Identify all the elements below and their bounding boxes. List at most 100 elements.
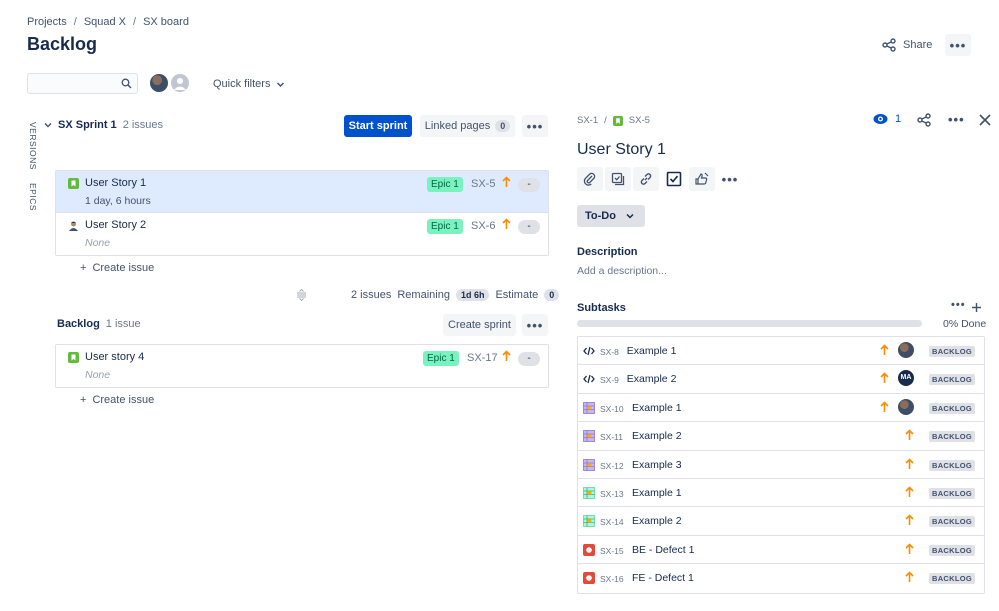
subtask-key[interactable]: SX-8: [600, 347, 619, 357]
status-dropdown[interactable]: To-Do: [577, 205, 645, 227]
add-icon[interactable]: [971, 302, 982, 313]
backlog-more-button[interactable]: •••: [522, 314, 548, 336]
subtask-row[interactable]: SX-15 BE - Defect 1 BACKLOG: [578, 536, 984, 565]
watch-button[interactable]: 1: [873, 113, 901, 125]
estimate-pill[interactable]: -: [518, 178, 540, 192]
subtask-title[interactable]: Example 1: [627, 345, 677, 357]
subtask-row[interactable]: SX-8 Example 1 BACKLOG: [578, 337, 984, 366]
avatar-user-1[interactable]: [148, 72, 170, 94]
assignee-avatar[interactable]: MA: [898, 370, 914, 387]
subtask-title[interactable]: Example 1: [632, 402, 682, 414]
subtask-row[interactable]: SX-11 Example 2 BACKLOG: [578, 422, 984, 451]
sprint-header[interactable]: SX Sprint 1 2 issues: [44, 119, 163, 131]
subtask-key[interactable]: SX-10: [600, 404, 624, 414]
chevron-down-icon[interactable]: [44, 121, 52, 129]
checklist-button[interactable]: [661, 167, 687, 191]
backlog-create-issue-button[interactable]: + Create issue: [80, 394, 154, 406]
user-avatar-icon: [69, 221, 78, 231]
versions-tab[interactable]: VERSIONS: [28, 122, 38, 170]
create-sprint-button[interactable]: Create sprint: [443, 314, 516, 336]
linked-pages-label: Linked pages: [424, 120, 491, 132]
subtask-row[interactable]: SX-16 FE - Defect 1 BACKLOG: [578, 564, 984, 592]
issue-key[interactable]: SX-17: [467, 352, 498, 364]
attach-button[interactable]: [577, 167, 603, 191]
subtask-title[interactable]: Example 2: [627, 373, 677, 385]
subtask-key[interactable]: SX-14: [600, 517, 624, 527]
assignee-avatar[interactable]: [898, 398, 914, 415]
link-issue-button[interactable]: [633, 167, 659, 191]
issue-title-heading[interactable]: User Story 1: [577, 141, 666, 159]
share-button[interactable]: Share: [882, 35, 932, 55]
status-badge[interactable]: BACKLOG: [929, 346, 976, 357]
issue-title[interactable]: User Story 1: [85, 177, 146, 189]
subtask-title[interactable]: Example 2: [632, 430, 682, 442]
subtask-row[interactable]: SX-10 Example 1 BACKLOG: [578, 394, 984, 423]
status-badge[interactable]: BACKLOG: [929, 459, 976, 471]
issue-key[interactable]: SX-6: [471, 220, 495, 232]
subtask-key[interactable]: SX-12: [600, 461, 624, 471]
breadcrumb-projects[interactable]: Projects: [27, 16, 67, 28]
breadcrumb-board[interactable]: SX board: [143, 16, 189, 28]
status-badge[interactable]: BACKLOG: [929, 402, 976, 414]
linked-pages-button[interactable]: Linked pages 0: [420, 115, 515, 137]
chevron-down-icon: [626, 213, 634, 219]
estimate-pill[interactable]: -: [518, 352, 540, 366]
backlog-header[interactable]: Backlog 1 issue: [57, 318, 141, 330]
epic-tag[interactable]: Epic 1: [427, 177, 463, 192]
toolbar-more-button[interactable]: •••: [717, 167, 743, 191]
quick-filters-dropdown[interactable]: Quick filters: [213, 78, 285, 90]
drag-handle-icon[interactable]: [296, 289, 307, 301]
priority-high-icon: [905, 571, 914, 586]
subtask-row[interactable]: SX-13 Example 1 BACKLOG: [578, 479, 984, 508]
subtask-key[interactable]: SX-15: [600, 546, 624, 556]
issue-row[interactable]: User Story 1 1 day, 6 hours Epic 1 SX-5 …: [56, 171, 548, 213]
sprint-create-issue-button[interactable]: + Create issue: [80, 262, 154, 274]
status-badge[interactable]: BACKLOG: [929, 487, 976, 499]
issue-title[interactable]: User Story 2: [85, 219, 146, 231]
search-field[interactable]: [27, 73, 138, 94]
status-badge[interactable]: BACKLOG: [929, 544, 976, 556]
close-icon[interactable]: [979, 114, 991, 126]
subtask-key[interactable]: SX-13: [600, 489, 624, 499]
subtask-row[interactable]: SX-14 Example 2 BACKLOG: [578, 507, 984, 536]
issue-title[interactable]: User story 4: [85, 351, 144, 363]
subtask-key[interactable]: SX-16: [600, 574, 624, 584]
add-subtask-button[interactable]: [605, 167, 631, 191]
subtask-title[interactable]: BE - Defect 1: [632, 544, 694, 556]
share-icon[interactable]: [917, 113, 931, 127]
subtask-key[interactable]: SX-11: [600, 432, 623, 442]
subtask-row[interactable]: SX-9 Example 2 MA BACKLOG: [578, 365, 984, 394]
subtask-row[interactable]: SX-12 Example 3 BACKLOG: [578, 451, 984, 479]
subtask-title[interactable]: Example 3: [632, 459, 682, 471]
assignee-avatar[interactable]: [898, 342, 914, 358]
subtask-key[interactable]: SX-9: [600, 375, 619, 385]
issue-key[interactable]: SX-5: [471, 178, 495, 190]
sprint-more-button[interactable]: •••: [522, 115, 548, 137]
detail-more-button[interactable]: •••: [948, 112, 965, 127]
backlog-issue-count: 1 issue: [105, 318, 141, 330]
subtask-title[interactable]: Example 2: [632, 515, 682, 527]
status-badge[interactable]: BACKLOG: [929, 573, 976, 585]
breadcrumb-squad[interactable]: Squad X: [84, 16, 126, 28]
epic-tag[interactable]: Epic 1: [423, 351, 459, 366]
issue-row[interactable]: User story 4 None Epic 1 SX-17 -: [56, 345, 548, 387]
header-more-button[interactable]: •••: [945, 34, 971, 56]
issue-row[interactable]: User Story 2 None Epic 1 SX-6 -: [56, 213, 548, 255]
start-sprint-button[interactable]: Start sprint: [344, 115, 412, 137]
search-input[interactable]: [28, 74, 113, 93]
status-badge[interactable]: BACKLOG: [929, 516, 976, 528]
description-field[interactable]: Add a description...: [577, 265, 667, 277]
status-badge[interactable]: BACKLOG: [929, 374, 976, 386]
feedback-button[interactable]: [689, 167, 715, 191]
parent-issue-key[interactable]: SX-1: [577, 115, 598, 126]
estimate-pill[interactable]: -: [518, 220, 540, 234]
subtask-title[interactable]: Example 1: [632, 487, 682, 499]
epic-tag[interactable]: Epic 1: [427, 219, 463, 234]
status-badge[interactable]: BACKLOG: [929, 431, 976, 443]
more-icon: •••: [526, 118, 544, 134]
issue-key-link[interactable]: SX-5: [629, 115, 650, 126]
avatar-user-2[interactable]: [169, 72, 191, 94]
subtask-title[interactable]: FE - Defect 1: [632, 572, 694, 584]
subtasks-more-button[interactable]: •••: [951, 299, 966, 311]
epics-tab[interactable]: EPICS: [28, 183, 38, 211]
